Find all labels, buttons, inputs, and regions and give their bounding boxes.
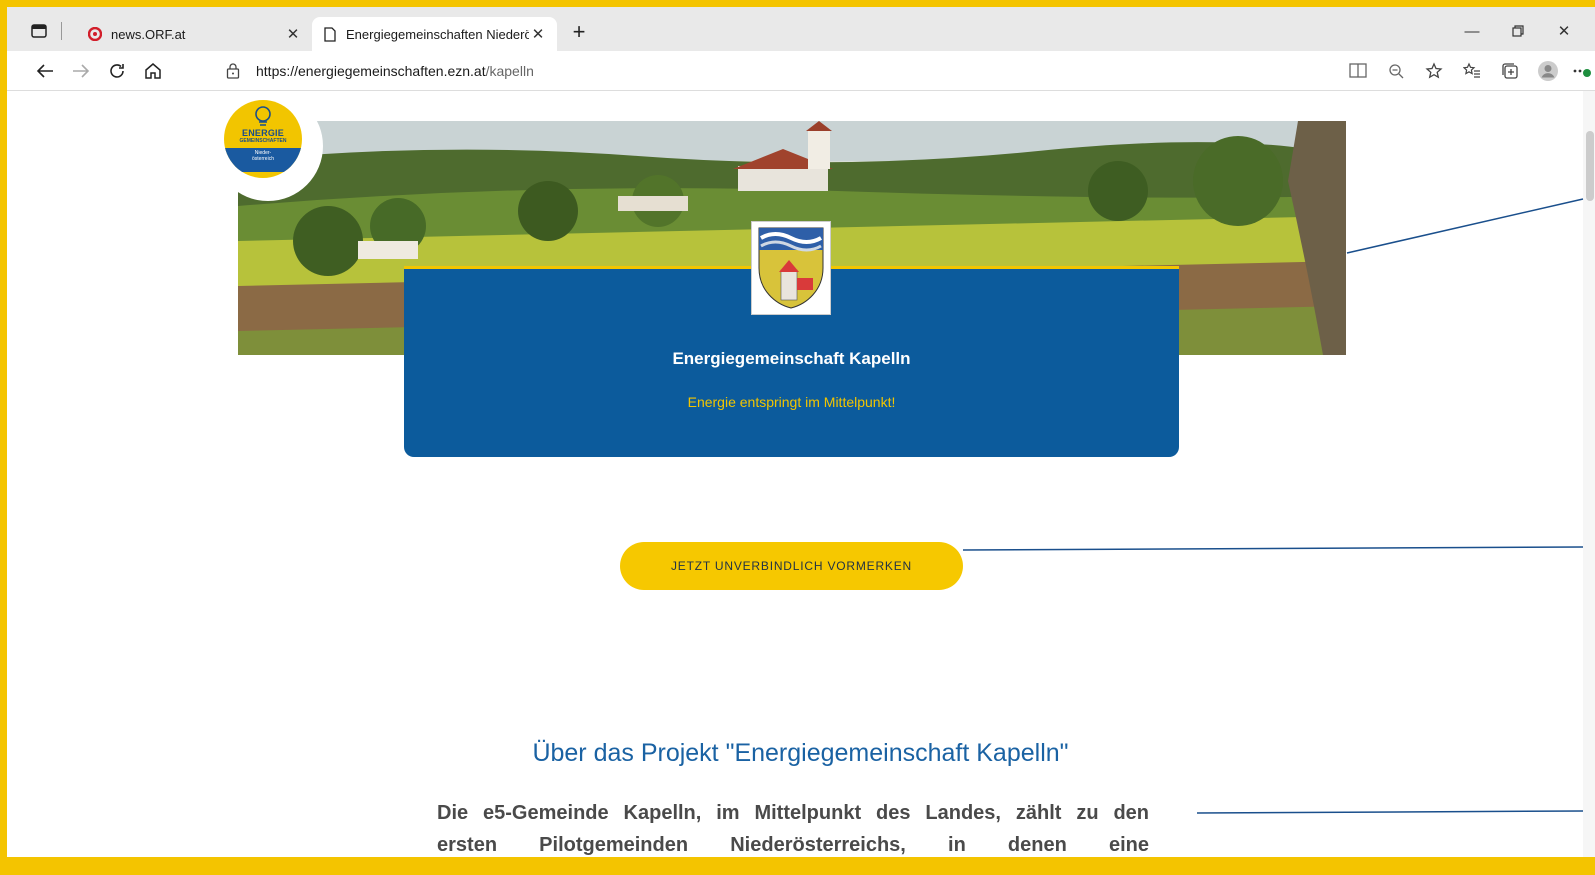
kapelln-coat-of-arms: [751, 221, 831, 315]
favorites-icon[interactable]: [1453, 59, 1491, 83]
energiegemeinschaften-logo[interactable]: ENERGIE GEMEINSCHAFTEN Nieder-österreich: [213, 91, 323, 201]
close-icon[interactable]: ✕: [284, 25, 302, 43]
close-icon[interactable]: ✕: [529, 25, 547, 43]
settings-more-icon[interactable]: [1567, 59, 1595, 83]
home-icon[interactable]: [135, 59, 171, 83]
url-host: https://energiegemeinschaften.ezn.at: [256, 63, 486, 79]
minimize-icon[interactable]: —: [1449, 19, 1495, 43]
tab-news-orf[interactable]: news.ORF.at ✕: [77, 17, 312, 51]
tab-title: news.ORF.at: [111, 26, 186, 42]
logo-text-region: Nieder-österreich: [252, 150, 274, 162]
tab-energiegemeinschaften[interactable]: Energiegemeinschaften Niederös ✕: [312, 17, 557, 51]
window-close-icon[interactable]: ✕: [1541, 19, 1587, 43]
orf-icon: [87, 26, 103, 42]
annotation-lines: [962, 198, 1584, 814]
logo-text-energie: ENERGIE: [242, 128, 284, 138]
profile-avatar-icon[interactable]: [1529, 59, 1567, 83]
restore-icon[interactable]: [1495, 19, 1541, 43]
url-path: /kapelln: [485, 63, 534, 79]
tab-strip: news.ORF.at ✕ Energiegemeinschaften Nied…: [7, 7, 1595, 51]
back-icon[interactable]: [27, 59, 63, 83]
zoom-out-icon[interactable]: [1377, 59, 1415, 83]
browser-window: news.ORF.at ✕ Energiegemeinschaften Nied…: [7, 7, 1595, 857]
immersive-reader-icon[interactable]: [1339, 59, 1377, 83]
address-toolbar: https://energiegemeinschaften.ezn.at/kap…: [7, 51, 1595, 91]
logo-text-gemeinschaften: GEMEINSCHAFTEN: [239, 138, 287, 144]
page-icon: [322, 26, 338, 42]
address-bar[interactable]: https://energiegemeinschaften.ezn.at/kap…: [212, 56, 1472, 86]
favorite-add-icon[interactable]: [1415, 59, 1453, 83]
refresh-icon[interactable]: [99, 59, 135, 83]
forward-icon[interactable]: [63, 59, 99, 83]
page-title: Energiegemeinschaft Kapelln: [672, 349, 911, 368]
tab-title: Energiegemeinschaften Niederös: [346, 26, 529, 42]
new-tab-button[interactable]: +: [567, 21, 591, 45]
tab-actions-icon[interactable]: [29, 21, 49, 41]
lightbulb-icon: [255, 106, 271, 126]
page-subtitle: Energie entspringt im Mittelpunkt!: [687, 394, 896, 410]
lock-icon[interactable]: [226, 63, 242, 79]
collections-icon[interactable]: [1491, 59, 1529, 83]
web-page: ENERGIE GEMEINSCHAFTEN Nieder-österreich…: [7, 91, 1595, 857]
tab-divider: [61, 22, 62, 40]
